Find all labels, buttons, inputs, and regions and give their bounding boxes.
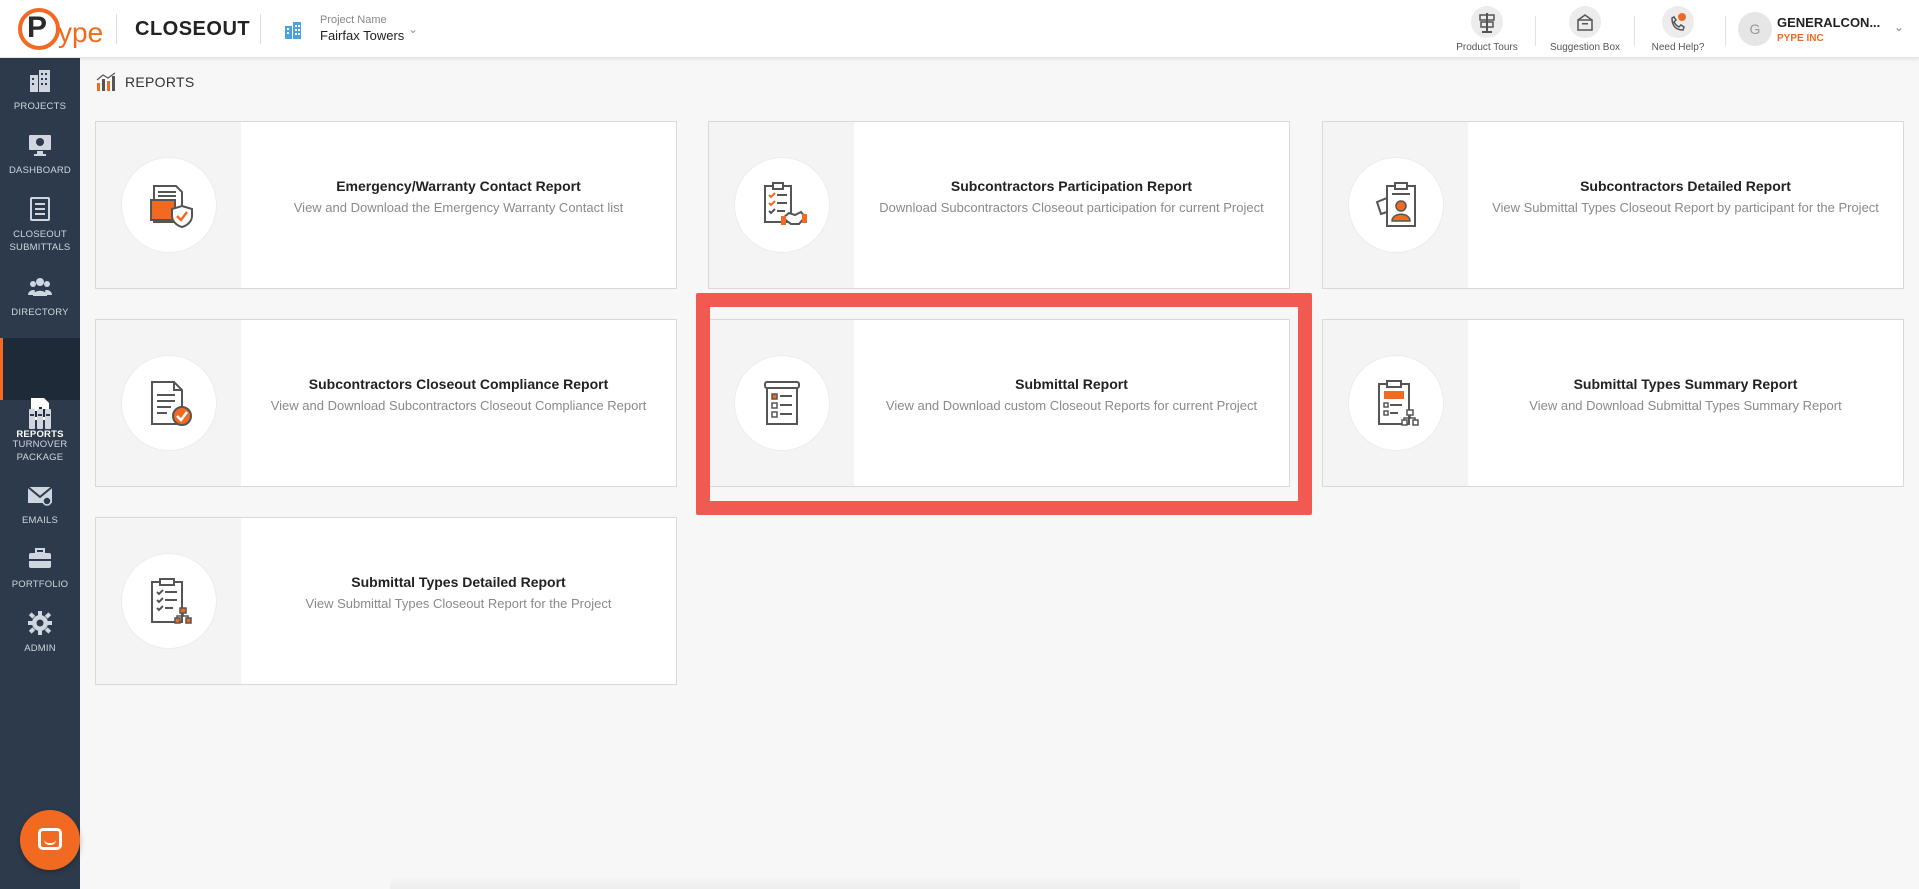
chevron-down-icon[interactable]: ⌄ [1894,20,1904,34]
bottom-shade [390,876,1520,889]
tool-label: Product Tours [1456,42,1518,53]
report-card-submittal-types-summary[interactable]: Submittal Types Summary Report View and … [1322,319,1904,487]
card-description: View and Download the Emergency Warranty… [293,200,624,215]
sidebar-item-label: DASHBOARD [9,165,71,176]
card-description: View Submittal Types Closeout Report for… [305,596,612,611]
card-title: Emergency/Warranty Contact Report [336,178,581,194]
phone-help-icon [1662,6,1694,38]
sidebar-item-label: ADMIN [24,643,56,654]
report-chart-icon [95,72,117,92]
card-description: Download Subcontractors Closeout partici… [879,200,1264,215]
report-card-subcontractors-closeout-compliance[interactable]: Subcontractors Closeout Compliance Repor… [95,319,677,487]
sidebar: PROJECTS DASHBOARD CLOSEOUT SUBMITTALS D… [0,58,80,889]
sidebar-item-projects[interactable]: PROJECTS [0,68,80,126]
report-card-submittal-report[interactable]: Submittal Report View and Download custo… [708,319,1290,487]
report-card-emergency-warranty[interactable]: Emergency/Warranty Contact Report View a… [95,121,677,289]
report-card-subcontractors-detailed[interactable]: Subcontractors Detailed Report View Subm… [1322,121,1904,289]
user-name[interactable]: GENERALCON... [1777,15,1880,30]
card-description: View and Download custom Closeout Report… [885,398,1258,413]
scroll-checklist-icon [764,381,800,425]
sidebar-item-label: EMAILS [21,515,59,526]
product-tours-button[interactable]: Product Tours [1442,6,1532,54]
card-title: Submittal Report [1015,376,1128,392]
suggestion-box-button[interactable]: Suggestion Box [1540,6,1630,54]
card-icon-circle [1348,355,1444,451]
card-title: Subcontractors Closeout Compliance Repor… [308,376,609,392]
clipboard-person-icon [1375,182,1416,227]
pype-logo[interactable]: P ype [18,8,108,50]
tool-label: Need Help? [1651,42,1705,53]
sidebar-item-label: TURNOVER PACKAGE [12,439,68,463]
report-card-submittal-types-detailed[interactable]: Submittal Types Detailed Report View Sub… [95,517,677,685]
header-divider [260,14,261,44]
document-check-icon [151,381,192,426]
building-icon [283,20,303,40]
header-divider [1535,16,1536,46]
signpost-icon [1471,6,1503,38]
briefcase-icon [27,546,53,572]
card-icon-circle [734,157,830,253]
card-icon-circle [121,355,217,451]
tool-label: Suggestion Box [1549,42,1621,53]
need-help-button[interactable]: Need Help? [1633,6,1723,54]
card-title: Submittal Types Summary Report [1573,376,1798,392]
people-icon [27,274,53,300]
project-label: Project Name [320,14,387,26]
chevron-down-icon[interactable]: ⌄ [408,22,418,36]
clipboard-hierarchy-icon [1378,380,1419,426]
sidebar-item-directory[interactable]: DIRECTORY [0,274,80,332]
sidebar-item-label: PORTFOLIO [11,579,69,590]
checklist-handshake-icon [764,182,807,225]
card-title: Submittal Types Detailed Report [351,574,566,590]
card-icon-circle [121,157,217,253]
card-icon-circle [734,355,830,451]
header-divider [1725,16,1726,46]
binders-icon [27,406,53,432]
card-icon-circle [121,553,217,649]
chat-icon [38,828,62,850]
chat-launcher-button[interactable] [20,810,80,870]
sidebar-item-label: DIRECTORY [11,307,69,318]
sidebar-item-portfolio[interactable]: PORTFOLIO [0,546,80,604]
sidebar-item-label: PROJECTS [13,101,67,112]
card-description: View Submittal Types Closeout Report by … [1492,200,1879,215]
sidebar-item-turnover-package[interactable]: TURNOVER PACKAGE [0,406,80,478]
clipboard-tree-icon [151,578,192,624]
envelope-icon [27,482,53,508]
warranty-shield-icon [150,185,193,229]
card-title: Subcontractors Participation Report [950,178,1193,194]
project-selector[interactable]: Fairfax Towers [320,28,404,43]
gear-icon [27,610,53,636]
building-icon [27,68,53,94]
sidebar-item-label: CLOSEOUT SUBMITTALS [9,229,71,253]
monitor-icon [27,132,53,158]
card-title: Subcontractors Detailed Report [1580,178,1791,194]
report-card-subcontractors-participation[interactable]: Subcontractors Participation Report Down… [708,121,1290,289]
app-title: CLOSEOUT [135,18,251,40]
top-header: P ype CLOSEOUT Project Name Fairfax Towe… [0,0,1919,58]
document-list-icon [27,196,53,222]
header-divider [116,14,117,44]
suggestion-box-icon [1569,6,1601,38]
card-description: View and Download Submittal Types Summar… [1529,398,1842,413]
card-icon-circle [1348,157,1444,253]
logo-letter-p: P [27,11,48,44]
sidebar-item-dashboard[interactable]: DASHBOARD [0,132,80,190]
sidebar-item-admin[interactable]: ADMIN [0,610,80,668]
logo-letters-ype: ype [58,17,104,48]
sidebar-item-closeout-submittals[interactable]: CLOSEOUT SUBMITTALS [0,196,80,268]
sidebar-item-reports[interactable]: REPORTS [0,338,80,440]
avatar[interactable]: G [1738,12,1772,46]
page-title: REPORTS [125,74,195,90]
sidebar-item-emails[interactable]: EMAILS [0,482,80,540]
card-description: View and Download Subcontractors Closeou… [270,398,647,413]
user-org: PYPE INC [1777,33,1824,44]
